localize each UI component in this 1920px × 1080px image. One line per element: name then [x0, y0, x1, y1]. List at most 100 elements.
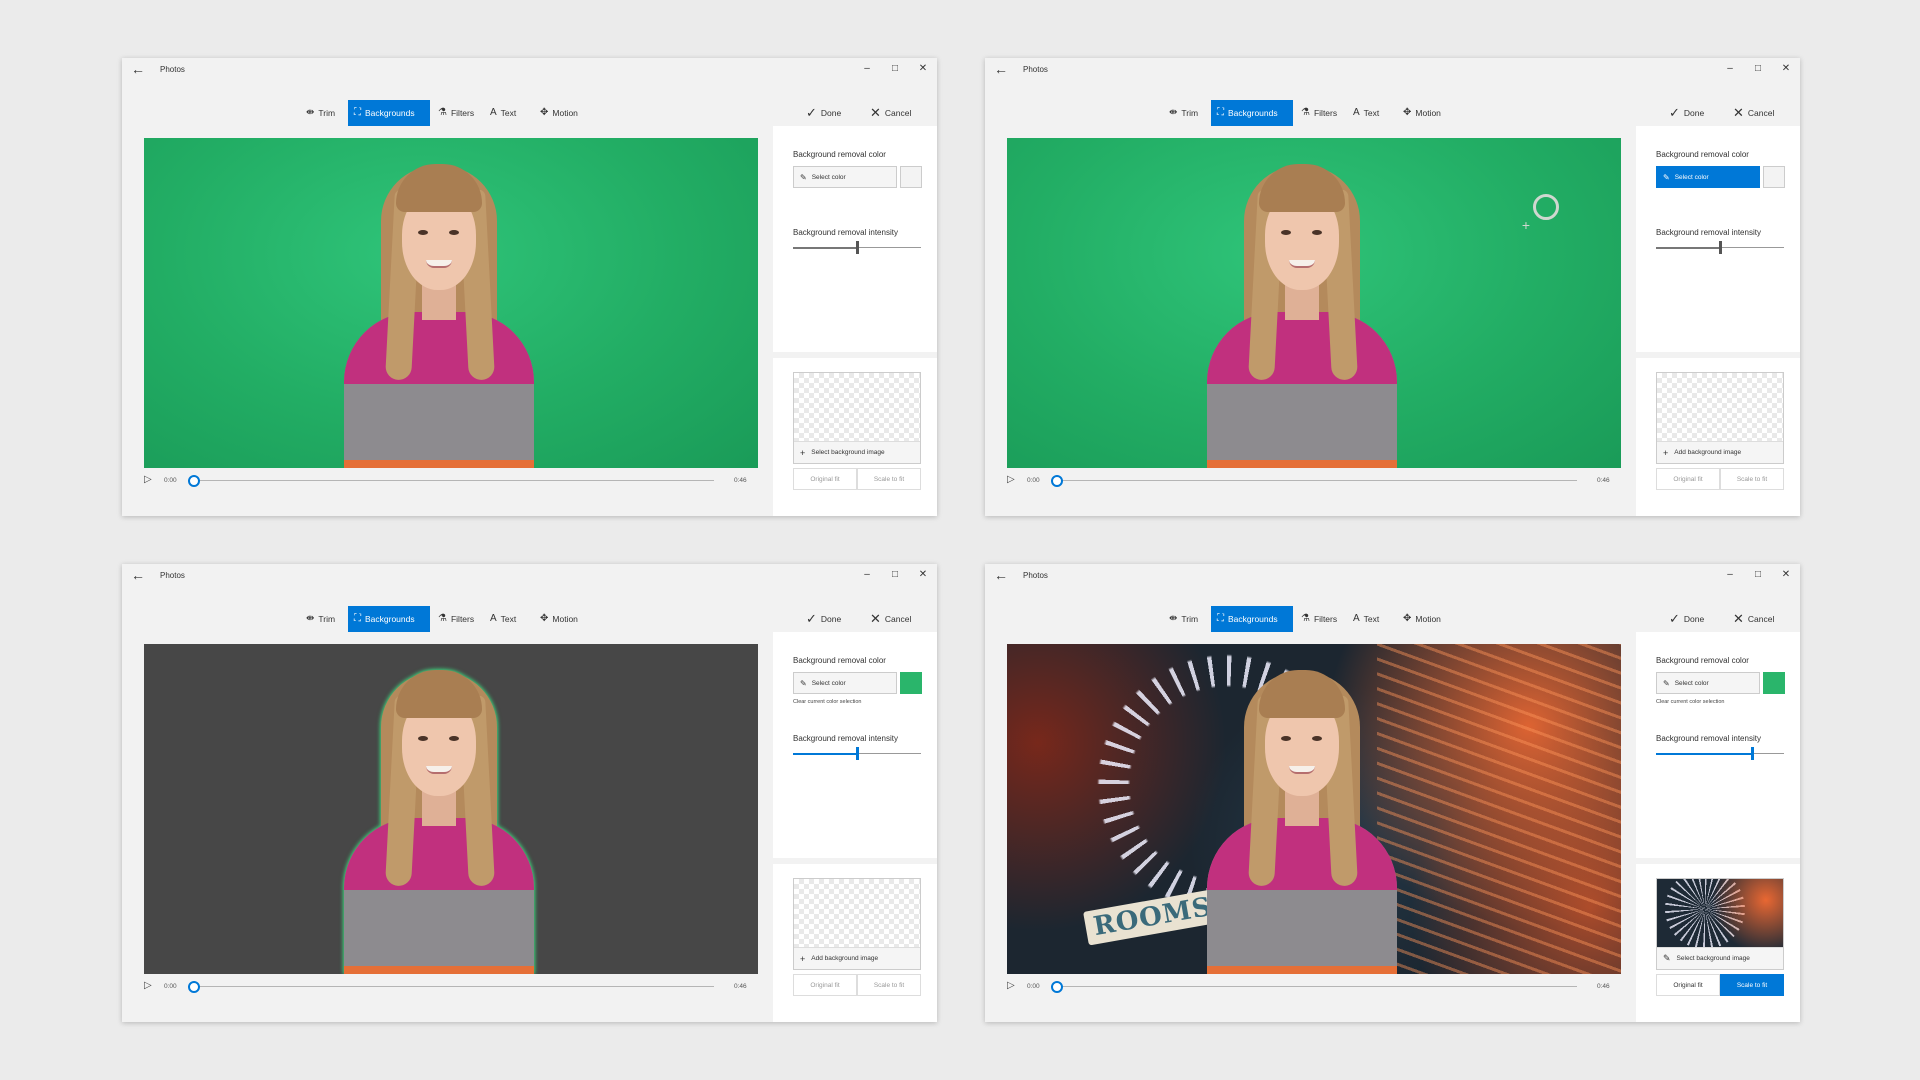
video-canvas[interactable]: +	[1007, 138, 1621, 468]
cancel-button[interactable]: ✕ Cancel	[864, 100, 917, 126]
maximize-button[interactable]: □	[881, 60, 909, 78]
plus-icon: +	[1663, 447, 1669, 458]
original-fit-button[interactable]: Original fit	[1656, 468, 1720, 490]
play-icon[interactable]: ▷	[1007, 474, 1015, 485]
back-arrow-icon[interactable]: ←	[993, 61, 1009, 77]
edit-toolbar: ⇼ Trim ⛶ Backgrounds ⚗ Filters A Text ✥ Motio…	[985, 100, 1800, 126]
background-image-button[interactable]: + Add background image	[794, 947, 920, 969]
video-canvas[interactable]	[144, 138, 758, 468]
tab-trim[interactable]: ⇼ Trim	[1163, 606, 1204, 632]
maximize-button[interactable]: □	[881, 566, 909, 584]
tab-trim[interactable]: ⇼ Trim	[300, 100, 341, 126]
done-button[interactable]: ✓ Done	[800, 606, 847, 632]
tab-backgrounds[interactable]: ⛶ Backgrounds	[1211, 100, 1293, 126]
seek-thumb[interactable]	[188, 475, 200, 487]
seek-thumb[interactable]	[1051, 981, 1063, 993]
motion-icon: ✥	[1403, 613, 1412, 624]
intensity-slider[interactable]	[793, 241, 921, 254]
maximize-button[interactable]: □	[1744, 566, 1772, 584]
original-fit-button[interactable]: Original fit	[1656, 974, 1720, 996]
tab-filters[interactable]: ⚗ Filters	[1295, 606, 1343, 632]
back-arrow-icon[interactable]: ←	[130, 567, 146, 583]
scale-to-fit-button[interactable]: Scale to fit	[1720, 974, 1784, 996]
seek-track[interactable]	[194, 480, 714, 481]
tab-trim[interactable]: ⇼ Trim	[300, 606, 341, 632]
maximize-button[interactable]: □	[1744, 60, 1772, 78]
back-arrow-icon[interactable]: ←	[130, 61, 146, 77]
background-image-box[interactable]: + Select background image	[793, 372, 921, 464]
cancel-button[interactable]: ✕ Cancel	[864, 606, 917, 632]
tab-text[interactable]: A Text	[1347, 100, 1385, 126]
text-icon: A	[1353, 613, 1360, 624]
tab-motion[interactable]: ✥ Motion	[1397, 606, 1447, 632]
scale-to-fit-button[interactable]: Scale to fit	[857, 468, 921, 490]
tab-text[interactable]: A Text	[484, 606, 522, 632]
tab-filters[interactable]: ⚗ Filters	[432, 606, 480, 632]
video-canvas[interactable]	[144, 644, 758, 974]
background-image-button[interactable]: ✎ Select background image	[1657, 947, 1783, 969]
minimize-button[interactable]: –	[1716, 60, 1744, 78]
minimize-button[interactable]: –	[1716, 566, 1744, 584]
tab-backgrounds[interactable]: ⛶ Backgrounds	[348, 100, 430, 126]
minimize-button[interactable]: –	[853, 60, 881, 78]
seek-thumb[interactable]	[188, 981, 200, 993]
select-color-button[interactable]: ✎ Select color	[1656, 166, 1760, 188]
background-image-button[interactable]: + Add background image	[1657, 441, 1783, 463]
video-canvas[interactable]: ROOMS	[1007, 644, 1621, 974]
tab-backgrounds[interactable]: ⛶ Backgrounds	[1211, 606, 1293, 632]
background-image-box[interactable]: ✎ Select background image	[1656, 878, 1784, 970]
close-button[interactable]: ✕	[1772, 566, 1800, 584]
tab-motion[interactable]: ✥ Motion	[534, 606, 584, 632]
tab-trim[interactable]: ⇼ Trim	[1163, 100, 1204, 126]
tab-text[interactable]: A Text	[1347, 606, 1385, 632]
close-icon: ✕	[870, 611, 881, 626]
scale-to-fit-button[interactable]: Scale to fit	[857, 974, 921, 996]
done-button[interactable]: ✓ Done	[1663, 606, 1710, 632]
close-button[interactable]: ✕	[909, 566, 937, 584]
original-fit-button[interactable]: Original fit	[793, 974, 857, 996]
edit-toolbar: ⇼ Trim ⛶ Backgrounds ⚗ Filters A Text ✥ Motio…	[122, 100, 937, 126]
girl-subject	[1197, 160, 1407, 468]
cancel-button[interactable]: ✕ Cancel	[1727, 100, 1780, 126]
tab-filters[interactable]: ⚗ Filters	[1295, 100, 1343, 126]
tab-motion[interactable]: ✥ Motion	[534, 100, 584, 126]
back-arrow-icon[interactable]: ←	[993, 567, 1009, 583]
clear-color-link[interactable]: Clear current color selection	[1656, 699, 1724, 705]
seek-track[interactable]	[1057, 480, 1577, 481]
intensity-slider-thumb[interactable]	[856, 241, 859, 254]
intensity-slider[interactable]	[793, 747, 921, 760]
background-panel: Background removal color ✎ Select color C…	[773, 632, 937, 1022]
cancel-button[interactable]: ✕ Cancel	[1727, 606, 1780, 632]
original-fit-button[interactable]: Original fit	[793, 468, 857, 490]
select-color-button[interactable]: ✎ Select color	[793, 166, 897, 188]
intensity-slider-thumb[interactable]	[1751, 747, 1754, 760]
close-button[interactable]: ✕	[1772, 60, 1800, 78]
intensity-slider[interactable]	[1656, 241, 1784, 254]
select-color-button[interactable]: ✎ Select color	[1656, 672, 1760, 694]
tab-filters[interactable]: ⚗ Filters	[432, 100, 480, 126]
intensity-slider-thumb[interactable]	[1719, 241, 1722, 254]
background-image-box[interactable]: + Add background image	[1656, 372, 1784, 464]
play-icon[interactable]: ▷	[1007, 980, 1015, 991]
text-icon: A	[490, 613, 497, 624]
intensity-slider[interactable]	[1656, 747, 1784, 760]
seek-thumb[interactable]	[1051, 475, 1063, 487]
seek-track[interactable]	[194, 986, 714, 987]
intensity-slider-thumb[interactable]	[856, 747, 859, 760]
tab-backgrounds[interactable]: ⛶ Backgrounds	[348, 606, 430, 632]
tab-text[interactable]: A Text	[484, 100, 522, 126]
seek-track[interactable]	[1057, 986, 1577, 987]
minimize-button[interactable]: –	[853, 566, 881, 584]
done-button[interactable]: ✓ Done	[1663, 100, 1710, 126]
background-image-button[interactable]: + Select background image	[794, 441, 920, 463]
clear-color-link[interactable]: Clear current color selection	[793, 699, 861, 705]
background-image-box[interactable]: + Add background image	[793, 878, 921, 970]
select-color-button[interactable]: ✎ Select color	[793, 672, 897, 694]
play-icon[interactable]: ▷	[144, 980, 152, 991]
done-button[interactable]: ✓ Done	[800, 100, 847, 126]
close-button[interactable]: ✕	[909, 60, 937, 78]
play-icon[interactable]: ▷	[144, 474, 152, 485]
close-icon: ✕	[1733, 105, 1744, 120]
tab-motion[interactable]: ✥ Motion	[1397, 100, 1447, 126]
scale-to-fit-button[interactable]: Scale to fit	[1720, 468, 1784, 490]
